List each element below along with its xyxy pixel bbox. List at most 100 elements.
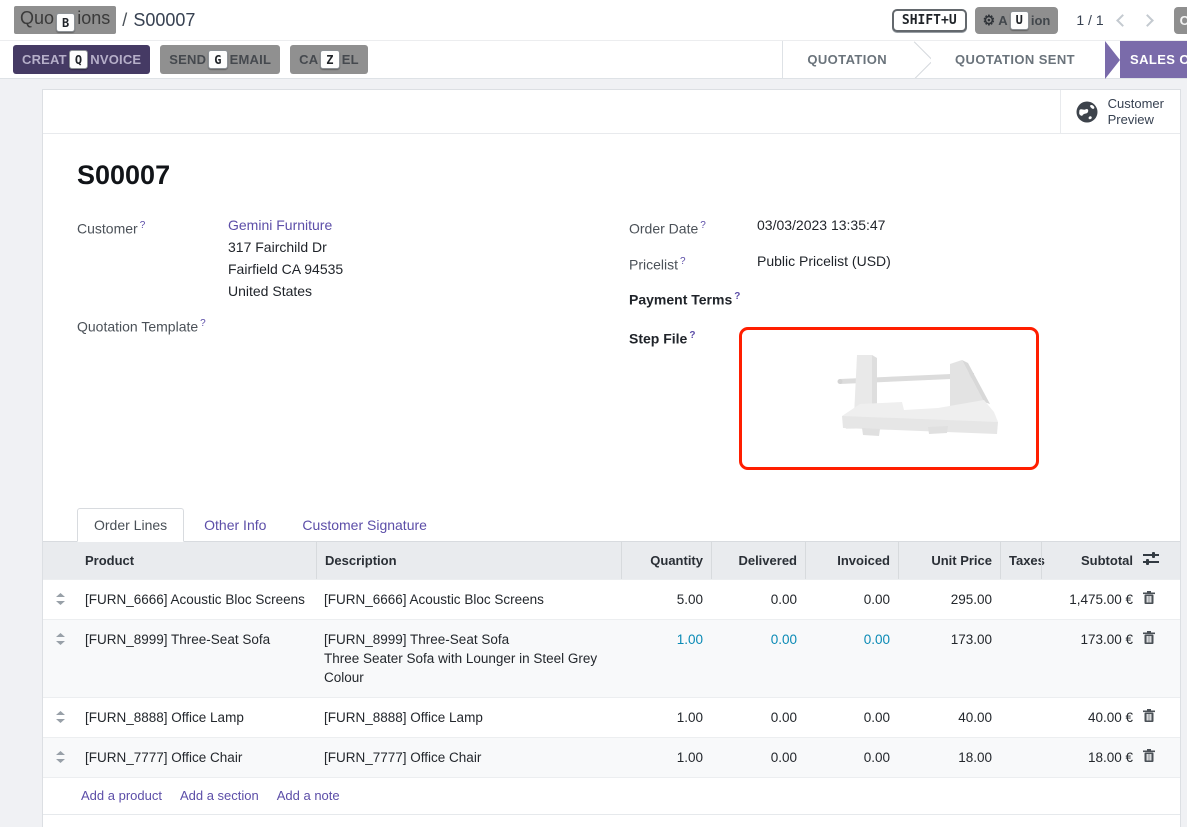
breadcrumb-parent-text: Quo (20, 8, 54, 28)
notebook-tabs: Order Lines Other Info Customer Signatur… (43, 508, 1180, 542)
tab-customer-signature[interactable]: Customer Signature (286, 509, 443, 541)
cell-taxes[interactable] (1000, 580, 1041, 600)
cell-delivered[interactable]: 0.00 (711, 620, 805, 659)
cancel-label-pre: CA (299, 52, 318, 67)
delete-row-icon[interactable] (1141, 620, 1180, 644)
cell-unit-price[interactable]: 173.00 (898, 620, 1000, 659)
cell-invoiced[interactable]: 0.00 (805, 580, 898, 619)
optional-columns-icon[interactable] (1141, 542, 1180, 565)
col-header-subtotal[interactable]: Subtotal (1041, 542, 1141, 579)
cell-quantity[interactable]: 5.00 (621, 580, 711, 619)
table-row[interactable]: [FURN_8888] Office Lamp [FURN_8888] Offi… (43, 697, 1180, 737)
table-row[interactable]: [FURN_6666] Acoustic Bloc Screens [FURN_… (43, 579, 1180, 619)
cell-description[interactable]: [FURN_6666] Acoustic Bloc Screens (316, 580, 621, 619)
send-email-label-post: EMAIL (230, 52, 271, 67)
delete-row-icon[interactable] (1141, 738, 1180, 762)
add-a-product-link[interactable]: Add a product (81, 788, 162, 803)
handle-column-header (43, 542, 77, 560)
pager-previous-button[interactable] (1116, 14, 1129, 27)
cancel-label-post: EL (342, 52, 359, 67)
cell-product[interactable]: [FURN_8888] Office Lamp (77, 698, 316, 737)
content-area: Customer Preview S00007 Customer? Gemini… (0, 79, 1187, 827)
cell-delivered[interactable]: 0.00 (711, 580, 805, 619)
help-icon: ? (140, 220, 146, 231)
col-header-description[interactable]: Description (316, 542, 621, 579)
delete-row-icon[interactable] (1141, 698, 1180, 722)
stage-quotation-sent[interactable]: QUOTATION SENT (931, 41, 1099, 78)
form-sheet: Customer Preview S00007 Customer? Gemini… (42, 89, 1181, 827)
cell-invoiced[interactable]: 0.00 (805, 620, 898, 659)
stage-quotation[interactable]: QUOTATION (783, 41, 911, 78)
help-icon: ? (734, 291, 740, 302)
field-pricelist: Pricelist? Public Pricelist (USD) (629, 251, 1180, 276)
cell-product[interactable]: [FURN_8999] Three-Seat Sofa (77, 620, 316, 659)
edge-cutoff-button[interactable]: C (1174, 7, 1187, 34)
keyboard-hint-u: U (1010, 11, 1029, 30)
help-icon: ? (200, 318, 206, 329)
tab-order-lines[interactable]: Order Lines (77, 508, 184, 542)
col-header-invoiced[interactable]: Invoiced (805, 542, 898, 579)
table-row[interactable]: [FURN_8999] Three-Seat Sofa [FURN_8999] … (43, 619, 1180, 697)
breadcrumb-current: S00007 (133, 10, 195, 31)
description-line: [FURN_8999] Three-Seat Sofa (324, 630, 613, 649)
create-invoice-button[interactable]: CREATQNVOICE (13, 45, 150, 74)
cancel-button[interactable]: CAZEL (290, 45, 368, 74)
tab-other-info[interactable]: Other Info (188, 509, 282, 541)
customer-preview-line2: Preview (1108, 112, 1164, 128)
customer-preview-button[interactable]: Customer Preview (1060, 90, 1180, 133)
customer-value: Gemini Furniture 317 Fairchild Dr Fairfi… (228, 215, 343, 302)
cell-quantity[interactable]: 1.00 (621, 738, 711, 777)
drag-handle-icon[interactable] (43, 738, 77, 763)
add-a-section-link[interactable]: Add a section (180, 788, 259, 803)
cell-unit-price[interactable]: 295.00 (898, 580, 1000, 619)
order-date-value[interactable]: 03/03/2023 13:35:47 (757, 215, 885, 240)
pager-next-button[interactable] (1141, 14, 1154, 27)
action-menu-button[interactable]: ⚙AUion (975, 7, 1059, 34)
drag-handle-icon[interactable] (43, 580, 77, 605)
cell-unit-price[interactable]: 40.00 (898, 698, 1000, 737)
cell-product[interactable]: [FURN_7777] Office Chair (77, 738, 316, 777)
customer-link[interactable]: Gemini Furniture (228, 217, 332, 233)
delete-row-icon[interactable] (1141, 580, 1180, 604)
cell-taxes[interactable] (1000, 620, 1041, 640)
help-icon: ? (700, 220, 706, 231)
send-email-button[interactable]: SENDGEMAIL (160, 45, 280, 74)
edge-button-label: C (1180, 13, 1187, 28)
col-header-product[interactable]: Product (77, 542, 316, 579)
cell-unit-price[interactable]: 18.00 (898, 738, 1000, 777)
field-groups: Customer? Gemini Furniture 317 Fairchild… (43, 191, 1180, 480)
cell-taxes[interactable] (1000, 698, 1041, 718)
breadcrumb-quotations-link[interactable]: QuoBions (14, 6, 116, 35)
cell-invoiced[interactable]: 0.00 (805, 698, 898, 737)
cell-description[interactable]: [FURN_8999] Three-Seat Sofa Three Seater… (316, 620, 621, 697)
table-row[interactable]: [FURN_7777] Office Chair [FURN_7777] Off… (43, 737, 1180, 777)
cell-description[interactable]: [FURN_8888] Office Lamp (316, 698, 621, 737)
drag-handle-icon[interactable] (43, 698, 77, 723)
order-date-label: Order Date? (629, 215, 757, 240)
step-file-preview[interactable] (739, 327, 1039, 470)
pricelist-value[interactable]: Public Pricelist (USD) (757, 251, 891, 276)
col-header-unit-price[interactable]: Unit Price (898, 542, 1000, 579)
breadcrumb-separator: / (122, 10, 127, 31)
cell-taxes[interactable] (1000, 738, 1041, 758)
cell-subtotal: 1,475.00 € (1041, 580, 1141, 619)
col-header-taxes[interactable]: Taxes (1000, 542, 1041, 579)
add-a-note-link[interactable]: Add a note (277, 788, 340, 803)
cell-invoiced[interactable]: 0.00 (805, 738, 898, 777)
cell-product[interactable]: [FURN_6666] Acoustic Bloc Screens (77, 580, 316, 619)
cell-quantity[interactable]: 1.00 (621, 620, 711, 659)
col-header-delivered[interactable]: Delivered (711, 542, 805, 579)
field-order-date: Order Date? 03/03/2023 13:35:47 (629, 215, 1180, 240)
stage-sales-order-active[interactable]: SALES ORDER (1120, 41, 1187, 78)
cell-subtotal: 40.00 € (1041, 698, 1141, 737)
statusbar: QUOTATION QUOTATION SENT SALES ORDER (782, 41, 1187, 78)
help-icon: ? (689, 330, 695, 341)
field-column-left: Customer? Gemini Furniture 317 Fairchild… (77, 215, 629, 480)
breadcrumb: QuoBions / S00007 (14, 6, 195, 35)
cell-delivered[interactable]: 0.00 (711, 698, 805, 737)
drag-handle-icon[interactable] (43, 620, 77, 645)
col-header-quantity[interactable]: Quantity (621, 542, 711, 579)
cell-description[interactable]: [FURN_7777] Office Chair (316, 738, 621, 777)
cell-delivered[interactable]: 0.00 (711, 738, 805, 777)
cell-quantity[interactable]: 1.00 (621, 698, 711, 737)
